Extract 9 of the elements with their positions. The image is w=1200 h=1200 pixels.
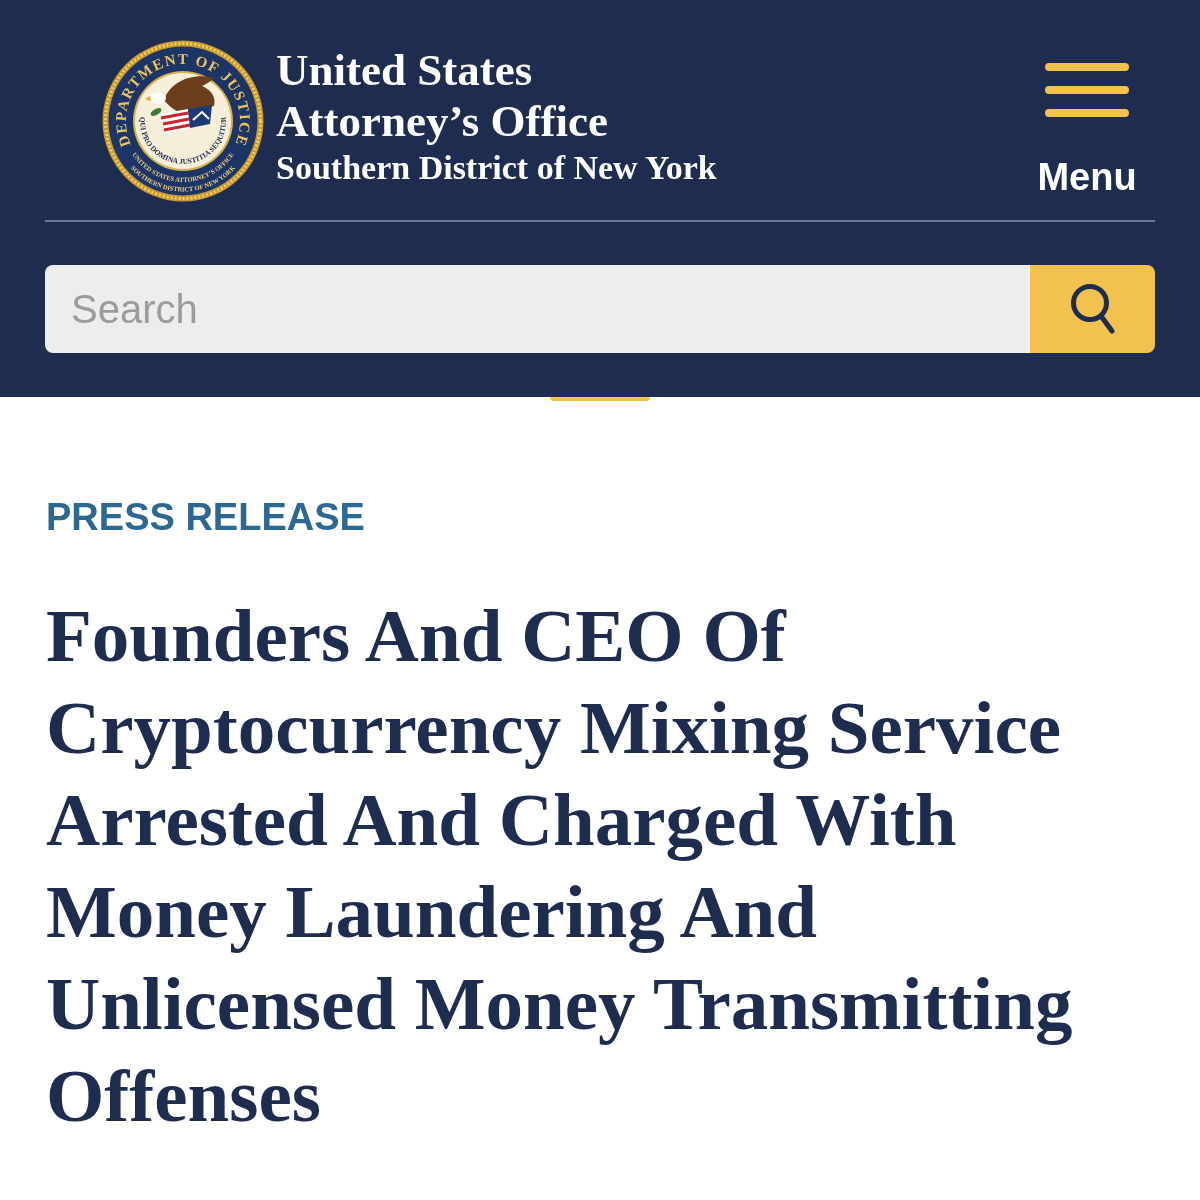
search-field[interactable]: Search (45, 265, 1030, 353)
search-button[interactable] (1030, 265, 1155, 353)
category-label: PRESS RELEASE (46, 495, 365, 539)
district-name: Southern District of New York (276, 148, 717, 188)
menu-button[interactable]: Menu (1036, 63, 1138, 199)
article-title: Founders And CEO Of Cryptocurrency Mixing Service Arrested And Charged With Money Laundering And Unlicensed Money Transmitting Offenses (46, 593, 1074, 1139)
office-name: United States Attorney’s Office (276, 45, 609, 147)
search-icon (1069, 283, 1116, 335)
menu-icon (1045, 63, 1129, 117)
